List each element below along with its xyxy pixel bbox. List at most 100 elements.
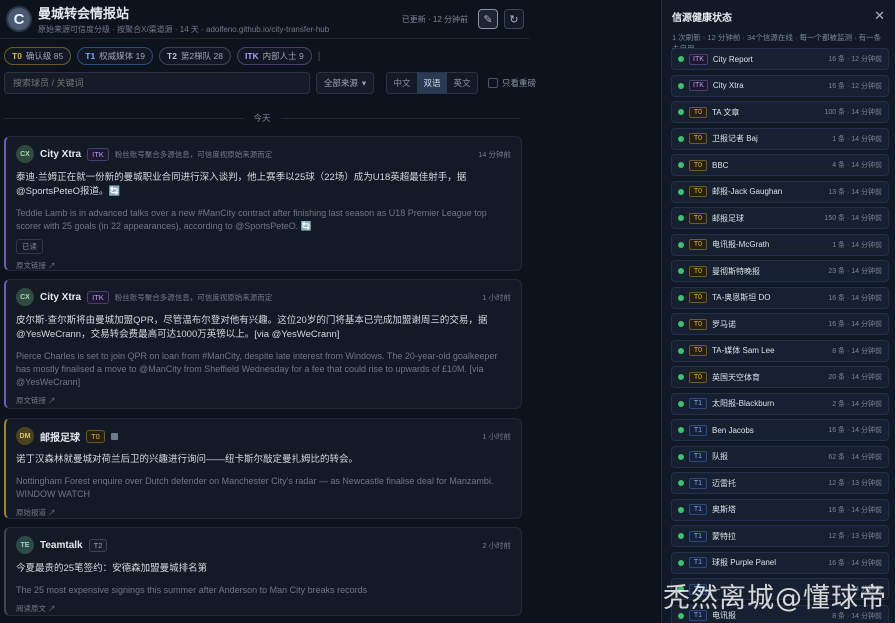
chip-itk[interactable]: ITK 内部人士 9 [236,47,312,65]
source-row[interactable]: ITK City Xtra 16 条 · 12 分钟前 [671,74,889,97]
chip-t2[interactable]: T2 第2梯队 28 [159,47,231,65]
broadcast-button[interactable]: ✎ [478,9,498,29]
refresh-button[interactable]: ↻ [504,9,524,29]
last-updated: 已更新 · 12 分钟前 [401,14,468,24]
watermark: 秃然离城@懂球帝 [663,583,887,614]
lang-option-en[interactable]: 英文 [447,73,477,93]
read-tag: 已读 [16,238,43,254]
status-dot [678,82,684,89]
original-link[interactable]: 原文链接 ↗ [16,395,511,406]
source-name[interactable]: 邮报足球 [40,429,80,444]
language-toggle: 中文 双语 英文 [386,72,478,94]
source-name: 罗马诺 [712,319,736,329]
chip-label: 内部人士 9 [262,51,304,61]
source-row[interactable]: T0 卫报记者 Baj 1 条 · 14 分钟前 [671,127,889,150]
tier-badge: T1 [689,477,707,489]
status-dot [678,188,684,195]
source-stat: 16 条 · 14 分钟前 [828,321,882,328]
status-dot [678,480,684,486]
source-name: 卫报记者 Baj [712,134,758,143]
source-name: 蒙特拉 [712,531,736,541]
search-input[interactable] [4,72,310,94]
source-row[interactable]: T1 奥斯塔 16 条 · 14 分钟前 [671,498,889,521]
original-link[interactable]: 阅读原文 ↗ [16,603,511,614]
source-row[interactable]: T0 TA-媒体 Sam Lee 8 条 · 14 分钟前 [671,339,889,362]
source-stat: 12 条 · 13 分钟前 [828,533,882,540]
source-note: 粉丝账号聚合多源信息，可信度视原始来源而定 [114,149,273,159]
status-dot [678,135,684,142]
source-row[interactable]: T0 曼彻斯特晚报 23 条 · 14 分钟前 [671,260,889,282]
source-name[interactable]: Teamtalk [40,540,83,551]
source-row[interactable]: ITK City Report 16 条 · 12 分钟前 [671,48,889,70]
checkbox-box[interactable] [488,78,498,88]
source-list: ITK City Report 16 条 · 12 分钟前 ITK City Xtra 1… [671,48,889,623]
source-stat: 20 条 · 14 分钟前 [828,374,882,381]
lang-option-bilingual[interactable]: 双语 [417,73,447,93]
source-row[interactable]: T0 罗马诺 16 条 · 14 分钟前 [671,313,889,335]
status-dot [678,241,684,248]
source-row[interactable]: T0 邮报-Jack Gaughan 13 条 · 14 分钟前 [671,180,889,203]
page-title: 曼城转会情报站 [38,6,130,21]
tier-badge: T1 [689,557,707,568]
status-dot [678,533,684,539]
source-stat: 16 条 · 12 分钟前 [828,56,882,63]
feed-card[interactable]: CX City Xtra ITK 粉丝账号聚合多源信息，可信度视原始来源而定 1… [4,279,522,409]
source-stat: 150 条 · 14 分钟前 [824,215,882,222]
avatar: DM [16,427,34,445]
card-header: DM 邮报足球 T0 1 小时前 [16,427,511,445]
bookmark-icon [110,432,118,440]
card-header: TE Teamtalk T2 2 小时前 [16,536,511,554]
refresh-icon: ↻ [509,13,519,26]
source-name[interactable]: City Xtra [40,149,81,160]
avatar: CX [16,288,34,306]
source-row[interactable]: T0 邮报足球 150 条 · 14 分钟前 [671,207,889,229]
chip-tier: T1 [85,51,96,61]
source-row[interactable]: T0 TA 文章 100 条 · 14 分钟前 [671,101,889,123]
feed-card[interactable]: CX City Xtra ITK 粉丝账号聚合多源信息，可信度视原始来源而定 1… [4,136,522,271]
source-row[interactable]: T0 TA-奥恩斯坦 DO 16 条 · 14 分钟前 [671,286,889,309]
source-stat: 1 条 · 14 分钟前 [832,241,882,249]
source-row[interactable]: T1 Ben Jacobs 16 条 · 14 分钟前 [671,419,889,441]
chip-t0[interactable]: T0 确认级 85 [4,47,72,65]
source-name: 曼彻斯特晚报 [712,266,760,276]
tier-badge: T0 [689,265,707,277]
tier-filter-chips: T0 确认级 85 T1 权威媒体 19 T2 第2梯队 28 ITK 内部人士 9 | [4,47,320,65]
chip-t1[interactable]: T1 权威媒体 19 [77,47,153,65]
tier-badge: T0 [86,429,105,443]
original-link[interactable]: 原文链接 ↗ [16,260,511,271]
source-stat: 4 条 · 14 分钟前 [832,162,882,169]
source-name: TA 文章 [712,107,740,117]
source-stat: 16 条 · 14 分钟前 [828,506,882,514]
tier-badge: T0 [689,371,707,383]
source-row[interactable]: T1 队报 62 条 · 14 分钟前 [671,445,889,468]
close-icon[interactable]: ✕ [874,8,885,24]
source-name: 奥斯塔 [712,505,736,514]
source-select[interactable]: 全部来源 ▾ [316,72,374,94]
source-row[interactable]: T1 蒙特拉 12 条 · 13 分钟前 [671,525,889,547]
source-row[interactable]: T1 太阳报-Blackburn 2 条 · 14 分钟前 [671,392,889,415]
tier-badge: T0 [689,318,707,330]
source-stat: 8 条 · 14 分钟前 [832,347,882,355]
status-dot [678,427,684,433]
status-dot [678,215,684,221]
original-link[interactable]: 原始报道 ↗ [16,507,511,518]
source-stat: 2 条 · 14 分钟前 [832,400,882,408]
panel-header: 信源健康状态 ✕ [662,0,895,32]
only-important-checkbox[interactable]: 只看重磅 [488,77,536,89]
chip-tier: T2 [167,51,177,61]
source-stat: 62 条 · 14 分钟前 [828,453,882,461]
feed-card[interactable]: TE Teamtalk T2 2 小时前 今夏最贵的25笔签约：安德森加盟曼城排… [4,527,522,616]
timestamp: 1 小时前 [482,431,511,441]
source-stat: 13 条 · 14 分钟前 [828,188,882,196]
source-name[interactable]: City Xtra [40,292,81,303]
source-row[interactable]: T1 迈雷托 12 条 · 13 分钟前 [671,472,889,494]
tier-badge: ITK [689,80,708,91]
tier-badge: T0 [689,292,707,303]
source-row[interactable]: T1 球报 Purple Panel 16 条 · 14 分钟前 [671,551,889,574]
source-row[interactable]: T0 电讯报-McGrath 1 条 · 14 分钟前 [671,233,889,256]
feed-card[interactable]: DM 邮报足球 T0 1 小时前 诺丁汉森林就曼城对荷兰后卫的兴趣进行询问——纽… [4,418,522,519]
source-row[interactable]: T0 英国天空体育 20 条 · 14 分钟前 [671,366,889,388]
source-row[interactable]: T0 BBC 4 条 · 14 分钟前 [671,154,889,176]
source-name: 迈雷托 [712,478,736,488]
lang-option-zh[interactable]: 中文 [387,73,417,93]
